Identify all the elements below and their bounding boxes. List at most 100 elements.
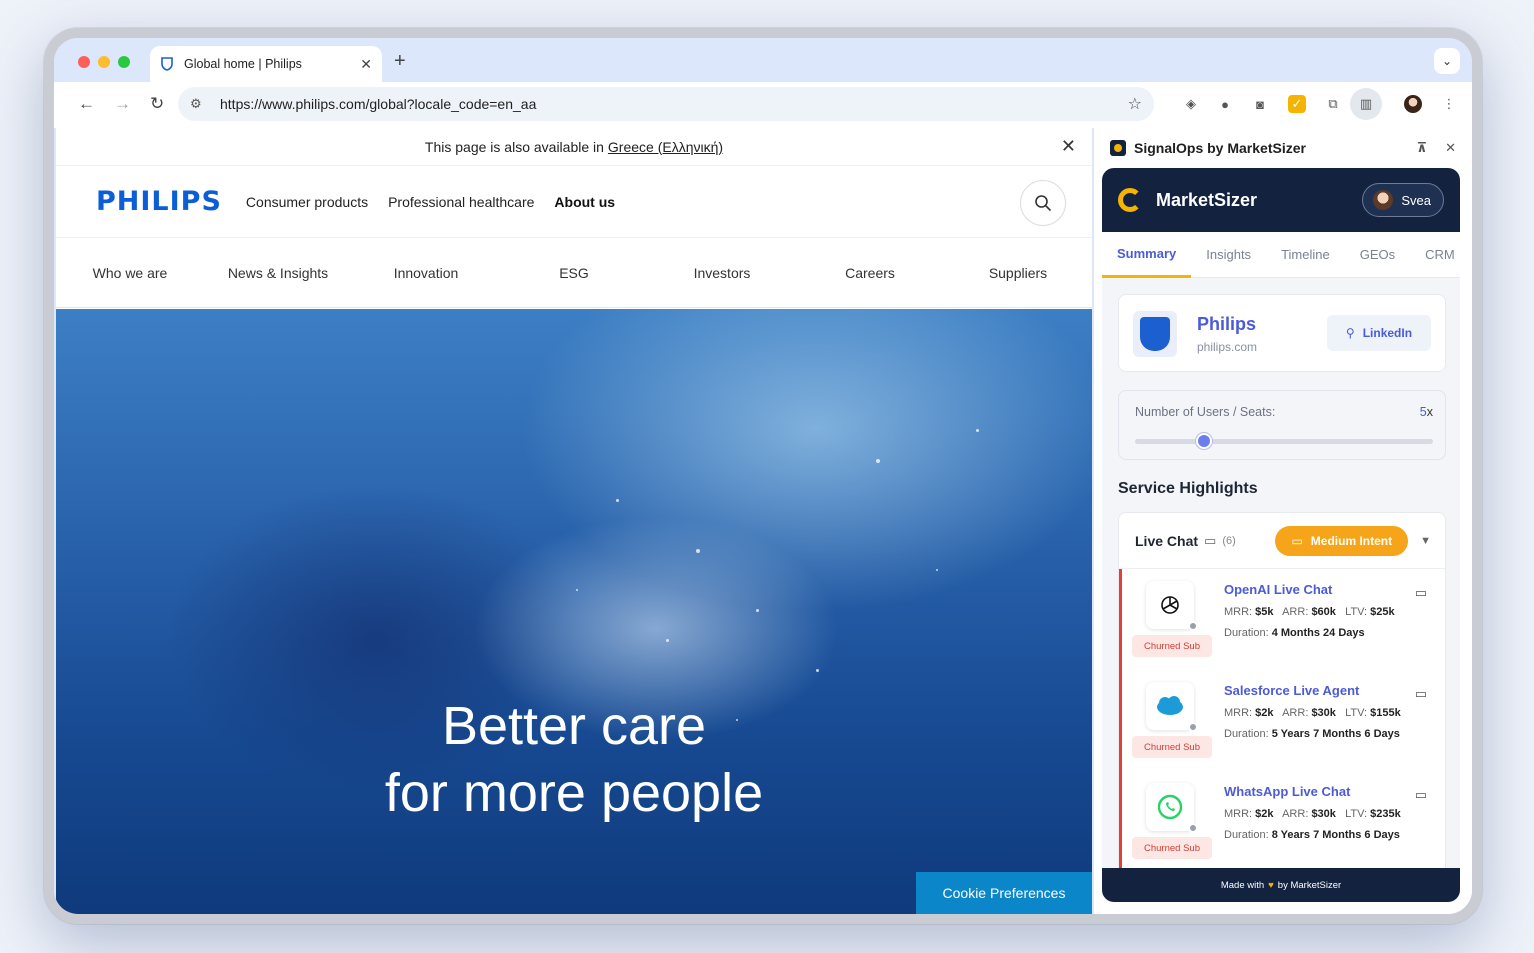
profile-avatar[interactable] xyxy=(1404,95,1422,113)
status-badge: Churned Sub xyxy=(1132,635,1212,657)
tab-search-chevron-icon[interactable]: ⌄ xyxy=(1434,48,1460,74)
user-menu-button[interactable]: Svea xyxy=(1362,183,1444,217)
service-name[interactable]: WhatsApp Live Chat xyxy=(1224,784,1350,799)
address-bar[interactable]: ⚙ https://www.philips.com/global?locale_… xyxy=(178,87,1154,121)
comment-icon[interactable]: ▭ xyxy=(1415,787,1427,803)
service-name[interactable]: Salesforce Live Agent xyxy=(1224,683,1359,698)
site-settings-icon[interactable]: ⚙ xyxy=(190,96,208,112)
browser-tab[interactable]: Global home | Philips ✕ xyxy=(150,46,382,82)
status-dot xyxy=(1188,621,1198,631)
philips-logo[interactable]: PHILIPS xyxy=(96,186,222,217)
tab-close-icon[interactable]: ✕ xyxy=(360,56,372,73)
hero-line-2: for more people xyxy=(384,763,764,823)
link-icon: ⚲ xyxy=(1345,326,1355,340)
highlight-title: Live Chat xyxy=(1135,532,1199,549)
openai-icon xyxy=(1146,581,1194,629)
signalops-icon xyxy=(1110,140,1126,156)
subnav-esg[interactable]: ESG xyxy=(500,265,648,281)
marketsizer-header: MarketSizer Svea xyxy=(1102,168,1460,232)
bookmark-star-icon[interactable]: ☆ xyxy=(1128,94,1142,114)
url-text[interactable]: https://www.philips.com/global?locale_co… xyxy=(220,96,1128,112)
service-metrics: MRR: $2k ARR: $30k LTV: $155k xyxy=(1224,707,1401,719)
footer-text-pre: Made with xyxy=(1220,879,1265,891)
new-tab-button[interactable]: + xyxy=(394,50,406,73)
marketsizer-extension-icon[interactable]: ✓ xyxy=(1288,95,1306,113)
philips-shield-icon xyxy=(1133,311,1177,357)
search-icon[interactable] xyxy=(1020,180,1066,226)
close-window-button[interactable] xyxy=(78,56,90,68)
marketsizer-app: MarketSizer Svea Summary Insights Timeli… xyxy=(1102,168,1460,902)
intent-label: Medium Intent xyxy=(1310,533,1393,548)
side-panel-icon[interactable]: ▥ xyxy=(1350,88,1382,120)
notice-close-icon[interactable]: ✕ xyxy=(1061,136,1076,157)
language-notice: This page is also available in Greece (Ε… xyxy=(56,128,1092,166)
notice-text: This page is also available in xyxy=(424,138,604,155)
avatar xyxy=(1373,190,1394,210)
close-panel-icon[interactable]: ✕ xyxy=(1445,140,1456,156)
service-duration: Duration: 4 Months 24 Days xyxy=(1224,627,1365,639)
list-item[interactable]: Churned Sub Salesforce Live Agent MRR: $… xyxy=(1119,670,1445,771)
service-name[interactable]: OpenAI Live Chat xyxy=(1224,582,1332,597)
comment-icon[interactable]: ▭ xyxy=(1415,686,1427,702)
window-controls xyxy=(78,56,130,68)
browser-window: Global home | Philips ✕ + ⌄ ← → ↻ ⚙ http… xyxy=(44,28,1482,924)
tab-crm[interactable]: CRM xyxy=(1410,232,1460,278)
camera-extension-icon[interactable]: ◙ xyxy=(1251,95,1269,113)
salesforce-icon xyxy=(1146,682,1194,730)
side-panel-title: SignalOps by MarketSizer xyxy=(1134,140,1306,156)
subnav-investors[interactable]: Investors xyxy=(648,265,796,281)
nav-consumer-products[interactable]: Consumer products xyxy=(246,194,368,210)
tab-summary[interactable]: Summary xyxy=(1102,232,1192,278)
maximize-window-button[interactable] xyxy=(118,56,130,68)
subnav-innovation[interactable]: Innovation xyxy=(352,265,500,281)
linkedin-button[interactable]: ⚲ LinkedIn xyxy=(1327,315,1431,351)
list-item[interactable]: Churned Sub OpenAI Live Chat MRR: $5k AR… xyxy=(1119,569,1445,670)
service-duration: Duration: 8 Years 7 Months 6 Days xyxy=(1224,829,1400,841)
minimize-window-button[interactable] xyxy=(98,56,110,68)
whatsapp-icon xyxy=(1146,783,1194,831)
unpin-icon[interactable]: ⊼ xyxy=(1417,140,1428,156)
forward-arrow-icon[interactable]: → xyxy=(114,94,131,114)
philips-favicon-icon xyxy=(160,57,174,71)
shield-extension-icon[interactable]: ◈ xyxy=(1182,95,1200,113)
subnav-careers[interactable]: Careers xyxy=(796,265,944,281)
notice-language-link[interactable]: Greece (Ελληνική) xyxy=(608,139,723,155)
tab-geos[interactable]: GEOs xyxy=(1345,232,1410,278)
seats-slider-track[interactable] xyxy=(1135,433,1433,449)
tab-timeline[interactable]: Timeline xyxy=(1266,232,1345,278)
cookie-preferences-button[interactable]: Cookie Preferences xyxy=(916,872,1092,914)
seats-label: Number of Users / Seats: xyxy=(1135,405,1276,419)
extension-side-panel: SignalOps by MarketSizer ⊼ ✕ MarketSizer… xyxy=(1094,128,1472,914)
user-name: Svea xyxy=(1401,192,1431,208)
panel-tabs: Summary Insights Timeline GEOs CRM xyxy=(1102,232,1460,278)
tab-insights[interactable]: Insights xyxy=(1191,232,1266,278)
nav-about-us[interactable]: About us xyxy=(554,194,615,210)
status-dot xyxy=(1188,823,1198,833)
seats-slider-card: Number of Users / Seats: 5x xyxy=(1118,390,1446,460)
marketsizer-brand: MarketSizer xyxy=(1156,189,1258,210)
service-metrics: MRR: $2k ARR: $30k LTV: $235k xyxy=(1224,808,1401,820)
extension-circle-icon[interactable]: ● xyxy=(1216,95,1234,113)
chat-bubble-icon: ▭ xyxy=(1204,532,1217,548)
subnav-news-insights[interactable]: News & Insights xyxy=(204,265,352,281)
back-arrow-icon[interactable]: ← xyxy=(78,94,95,114)
comment-icon[interactable]: ▭ xyxy=(1415,585,1427,601)
heart-icon: ♥ xyxy=(1268,879,1274,891)
more-menu-icon[interactable]: ⋮ xyxy=(1440,95,1458,113)
highlight-count: (6) xyxy=(1222,534,1236,547)
company-name: Philips xyxy=(1197,314,1257,334)
nav-professional-healthcare[interactable]: Professional healthcare xyxy=(388,194,534,210)
list-item[interactable]: Churned Sub WhatsApp Live Chat MRR: $2k … xyxy=(1119,771,1445,872)
service-metrics: MRR: $5k ARR: $60k LTV: $25k xyxy=(1224,606,1395,618)
seats-slider-knob[interactable] xyxy=(1195,433,1212,449)
subnav-suppliers[interactable]: Suppliers xyxy=(944,265,1092,281)
status-dot xyxy=(1188,722,1198,732)
panel-footer: Made with ♥ by MarketSizer xyxy=(1102,868,1460,902)
expand-caret-icon[interactable]: ▼ xyxy=(1420,535,1431,547)
reload-icon[interactable]: ↻ xyxy=(150,94,164,114)
service-highlights-title: Service Highlights xyxy=(1118,480,1258,497)
subnav-who-we-are[interactable]: Who we are xyxy=(56,265,204,281)
highlight-header[interactable]: Live Chat ▭ (6) ▭ Medium Intent ▼ xyxy=(1119,513,1445,569)
puzzle-extensions-icon[interactable]: ⧉ xyxy=(1324,95,1342,113)
medium-intent-badge[interactable]: ▭ Medium Intent xyxy=(1275,525,1409,556)
